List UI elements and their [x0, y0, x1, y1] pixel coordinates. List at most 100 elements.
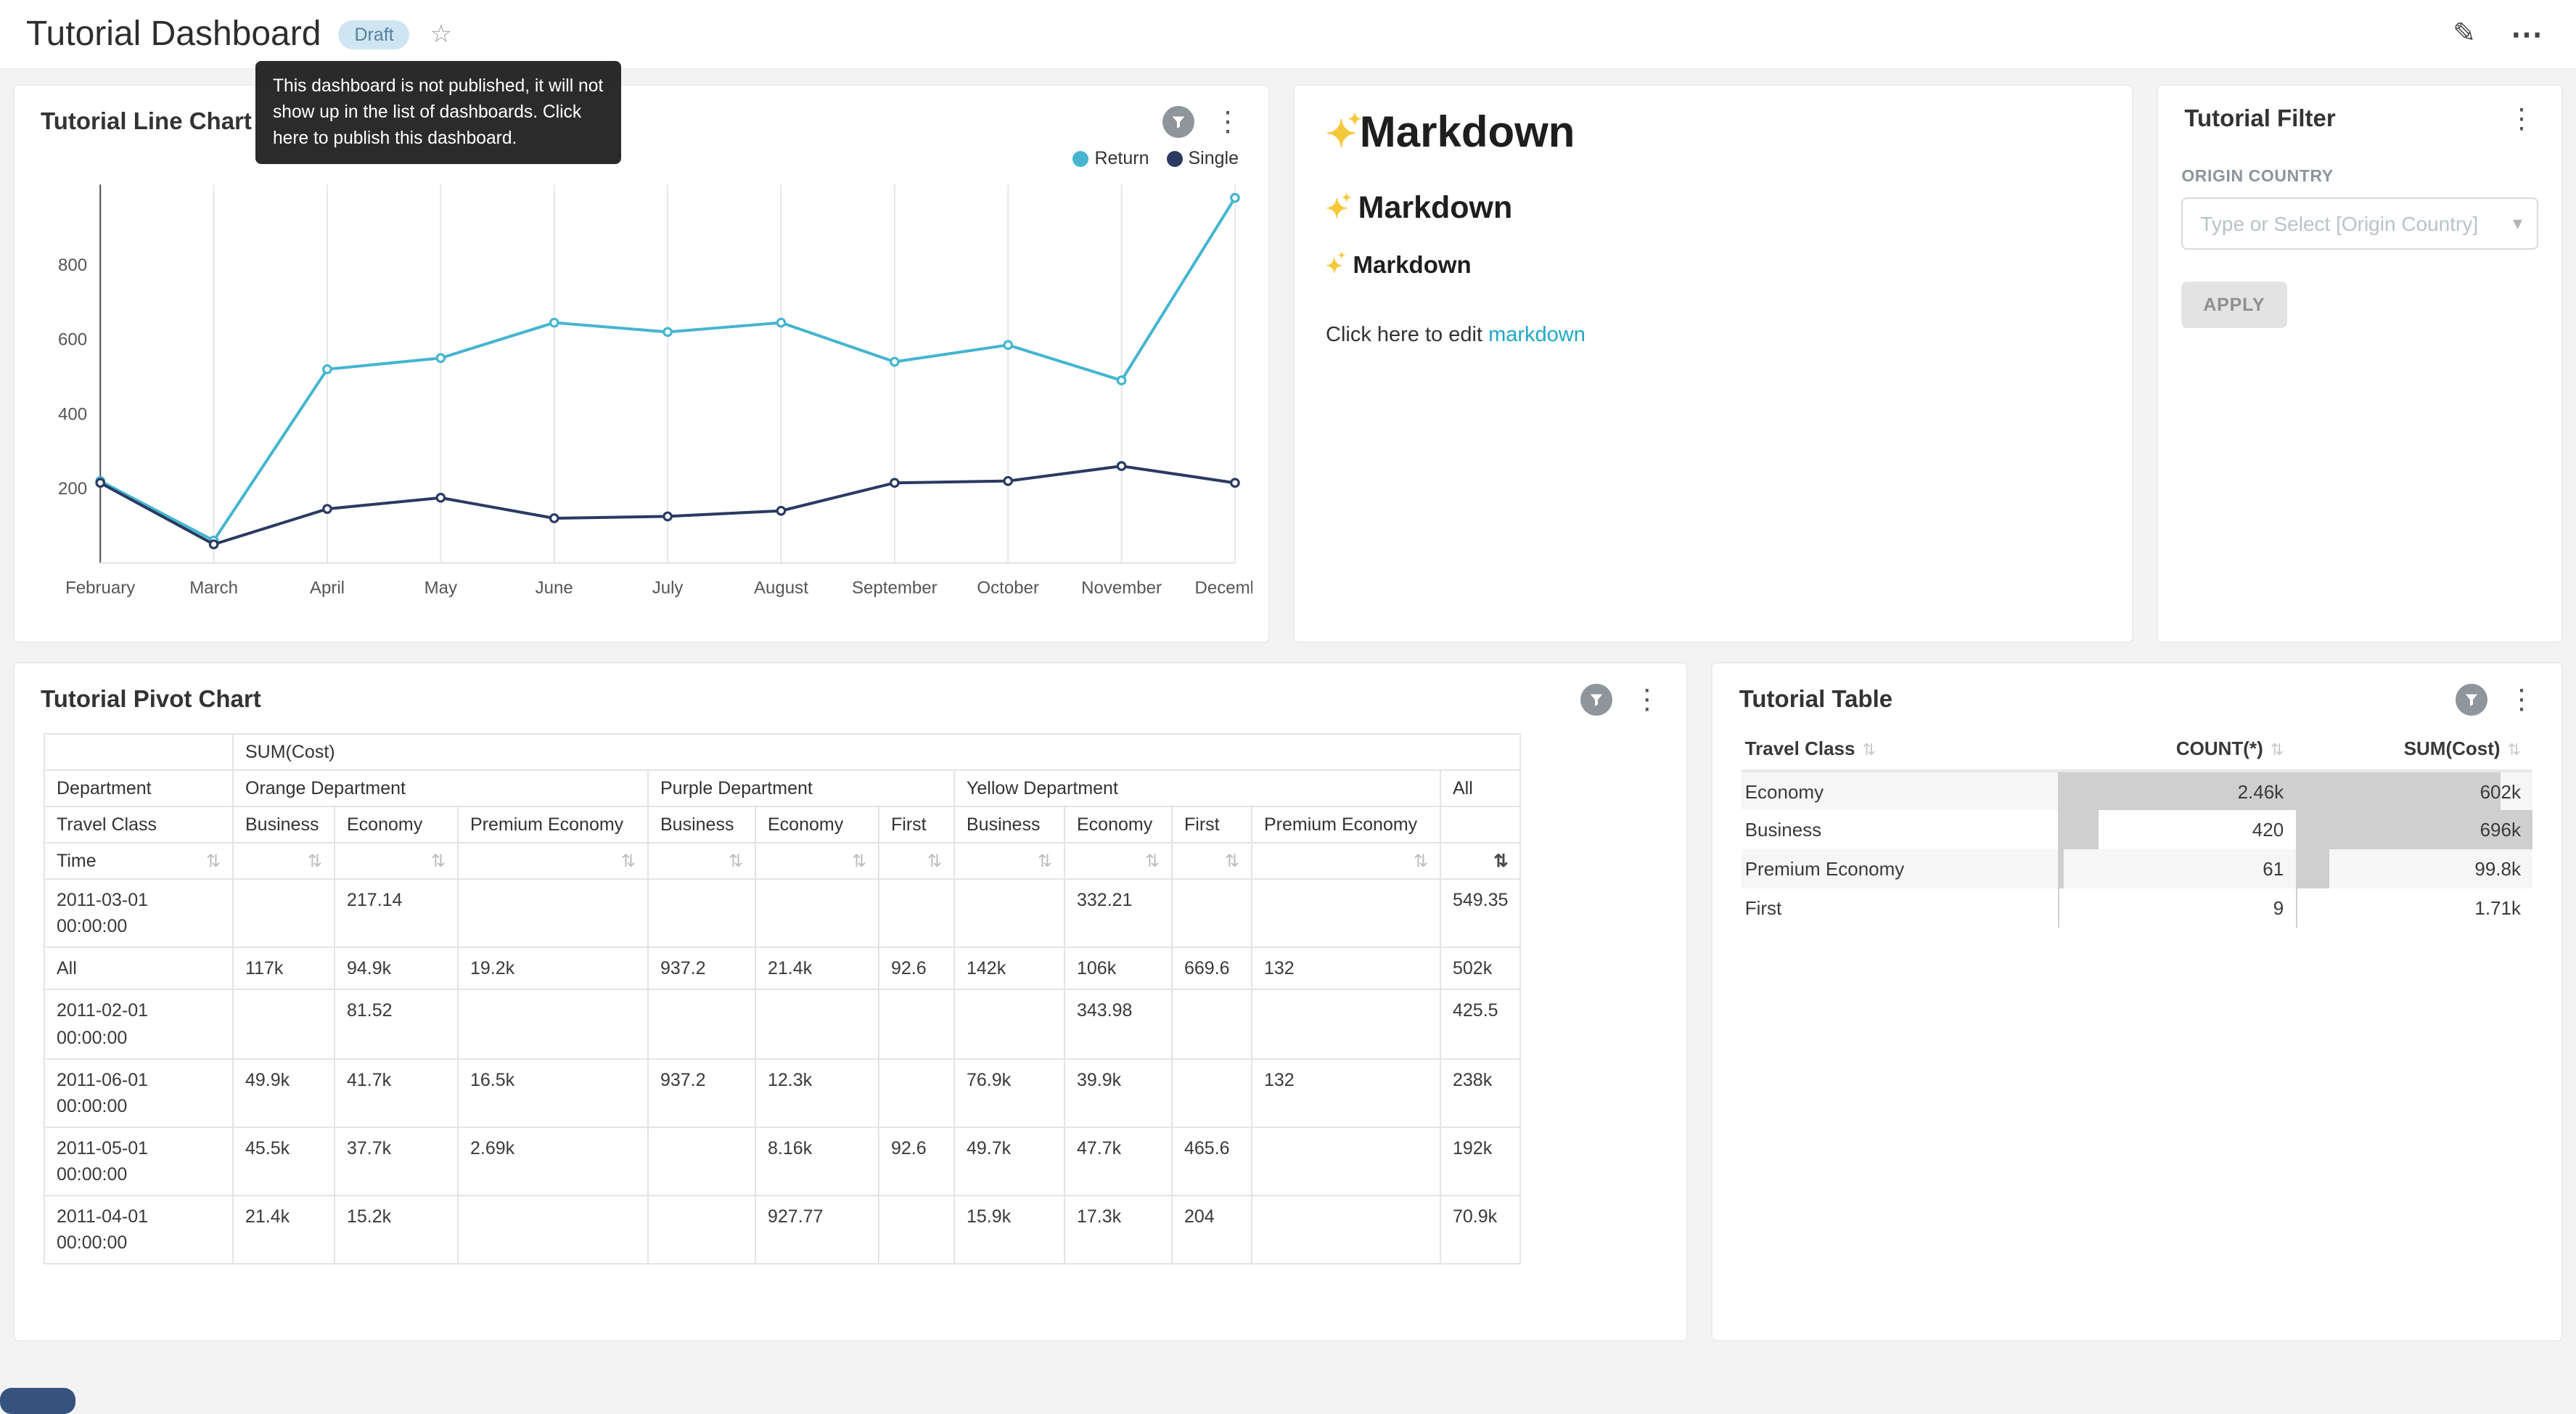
- pivot-cell: 39.9k: [1065, 1058, 1172, 1127]
- markdown-h3: ✦ Markdown: [1326, 253, 2100, 280]
- pivot-cell: Premium Economy: [458, 806, 648, 843]
- origin-country-input[interactable]: [2181, 197, 2538, 250]
- pivot-row: All117k94.9k19.2k937.221.4k92.6142k106k6…: [44, 948, 1520, 990]
- pivot-group-row: DepartmentOrange DepartmentPurple Depart…: [44, 770, 1520, 806]
- pivot-cell: ⇅: [648, 843, 755, 879]
- pivot-cell: Premium Economy: [1252, 806, 1440, 843]
- pivot-cell: 15.2k: [335, 1196, 458, 1264]
- pivot-sort-row: Time⇅⇅⇅⇅⇅⇅⇅⇅⇅⇅⇅⇅: [44, 843, 1520, 879]
- sort-icon[interactable]: ⇅: [1414, 851, 1428, 871]
- pivot-row: 2011-02-01 00:00:0081.52343.98425.5: [44, 990, 1520, 1059]
- funnel-icon: [1588, 691, 1606, 708]
- data-table: Travel Class⇅COUNT(*)⇅SUM(Cost)⇅Economy2…: [1742, 727, 2532, 928]
- pivot-cell: Department: [44, 770, 233, 806]
- table-cell: 420: [2058, 810, 2295, 849]
- svg-text:August: August: [754, 579, 808, 598]
- pivot-cell: 49.7k: [954, 1127, 1065, 1196]
- pivot-cell: 8.16k: [755, 1127, 879, 1196]
- header-left: Tutorial Dashboard Draft ☆: [26, 14, 452, 54]
- filter-indicator-icon[interactable]: [1581, 684, 1613, 716]
- pivot-cell: 2011-05-01 00:00:00: [44, 1127, 233, 1196]
- sort-icon[interactable]: ⇅: [1493, 851, 1508, 871]
- pivot-cell: [648, 1127, 755, 1196]
- pivot-cell: 937.2: [648, 948, 755, 990]
- publish-tooltip[interactable]: This dashboard is not published, it will…: [255, 61, 621, 165]
- kebab-menu-icon[interactable]: ⋮: [2502, 106, 2541, 134]
- sort-icon[interactable]: ⇅: [431, 851, 446, 871]
- pivot-cell: All: [1440, 770, 1520, 806]
- pivot-cell: ⇅: [1065, 843, 1172, 879]
- legend-dot-icon: [1072, 150, 1088, 166]
- sort-icon[interactable]: ⇅: [308, 851, 322, 871]
- pivot-cell: Yellow Department: [954, 770, 1440, 806]
- data-table-wrap: Travel Class⇅COUNT(*)⇅SUM(Cost)⇅Economy2…: [1713, 722, 2561, 928]
- pivot-cell: 2011-03-01 00:00:00: [44, 879, 233, 948]
- pivot-row: 2011-03-01 00:00:00217.14332.21549.35: [44, 879, 1520, 948]
- pivot-cell: 132: [1252, 1058, 1440, 1127]
- sort-caret-icon: ⇅: [2271, 742, 2284, 759]
- markdown-h3-text: Markdown: [1353, 253, 1472, 279]
- origin-country-select: ▾: [2181, 197, 2538, 250]
- kebab-menu-icon[interactable]: ⋮: [2502, 686, 2541, 714]
- pivot-row: 2011-05-01 00:00:0045.5k37.7k2.69k8.16k9…: [44, 1127, 1520, 1196]
- svg-text:April: April: [309, 579, 344, 598]
- sort-icon[interactable]: ⇅: [1145, 851, 1160, 871]
- card-filter: Tutorial Filter ⋮ ORIGIN COUNTRY ▾ APPLY: [2157, 84, 2563, 643]
- pivot-cell: [458, 990, 648, 1059]
- pivot-cell: Economy: [755, 806, 879, 843]
- svg-text:September: September: [852, 579, 938, 598]
- svg-text:400: 400: [58, 404, 87, 424]
- sort-icon[interactable]: ⇅: [621, 851, 636, 871]
- cell-bar: [2058, 849, 2064, 888]
- pivot-cell: 94.9k: [335, 948, 458, 990]
- line-chart: 200400600800FebruaryMarchAprilMayJuneJul…: [30, 173, 1252, 618]
- filter-indicator-icon[interactable]: [1162, 106, 1194, 138]
- pivot-cell: Travel Class: [44, 806, 233, 843]
- pivot-cell: 927.77: [755, 1196, 879, 1264]
- funnel-icon: [1169, 113, 1186, 131]
- pivot-cell: ⇅: [1440, 843, 1520, 879]
- pivot-cell: ⇅: [1252, 843, 1440, 879]
- pivot-cell: [1252, 1196, 1440, 1264]
- svg-text:February: February: [65, 579, 135, 598]
- sparkles-icon: ✦: [1326, 254, 1343, 279]
- table-header-row: Travel Class⇅COUNT(*)⇅SUM(Cost)⇅: [1742, 727, 2532, 771]
- pivot-cell: 45.5k: [233, 1127, 335, 1196]
- filter-indicator-icon[interactable]: [2456, 684, 2487, 716]
- more-menu-icon[interactable]: ⋯: [2511, 15, 2544, 53]
- pivot-cell: [458, 879, 648, 948]
- pivot-cell: 669.6: [1172, 948, 1252, 990]
- column-header[interactable]: Travel Class⇅: [1742, 727, 2059, 771]
- markdown-edit-link[interactable]: markdown: [1488, 324, 1586, 347]
- sort-icon[interactable]: ⇅: [729, 851, 743, 871]
- sort-icon[interactable]: ⇅: [927, 851, 942, 871]
- table-cell: Business: [1742, 810, 2059, 849]
- pivot-cell: 92.6: [879, 948, 954, 990]
- card-table: Tutorial Table ⋮ Travel Class⇅COUNT(*)⇅S…: [1712, 662, 2563, 1341]
- edit-pencil-icon[interactable]: ✎: [2453, 17, 2476, 51]
- page-title: Tutorial Dashboard: [26, 14, 321, 54]
- card-pivot-chart: Tutorial Pivot Chart ⋮ SUM(Cost)Departme…: [13, 662, 1689, 1341]
- column-header[interactable]: COUNT(*)⇅: [2058, 727, 2295, 771]
- favorite-star-icon[interactable]: ☆: [430, 20, 453, 49]
- legend-item-return[interactable]: Return: [1072, 148, 1149, 168]
- pivot-cell: 106k: [1065, 948, 1172, 990]
- sort-icon[interactable]: ⇅: [1038, 851, 1052, 871]
- sort-icon[interactable]: ⇅: [1225, 851, 1239, 871]
- pivot-cell: 15.9k: [954, 1196, 1065, 1264]
- kebab-menu-icon[interactable]: ⋮: [1208, 108, 1247, 136]
- card-line-chart: Tutorial Line Chart ⋮ ReturnSingle 20040…: [13, 84, 1269, 643]
- apply-button[interactable]: APPLY: [2181, 282, 2286, 328]
- svg-text:December: December: [1194, 579, 1252, 598]
- pivot-cell: Purple Department: [648, 770, 954, 806]
- legend-item-single[interactable]: Single: [1167, 148, 1239, 168]
- sort-icon[interactable]: ⇅: [852, 851, 866, 871]
- pivot-cell: Orange Department: [233, 770, 648, 806]
- draft-badge[interactable]: Draft: [338, 20, 409, 49]
- pivot-cell: First: [879, 806, 954, 843]
- pivot-cell: [458, 1196, 648, 1264]
- sort-icon[interactable]: ⇅: [206, 851, 221, 871]
- kebab-menu-icon[interactable]: ⋮: [1628, 686, 1667, 714]
- pivot-cell: [233, 879, 335, 948]
- column-header[interactable]: SUM(Cost)⇅: [2295, 727, 2532, 771]
